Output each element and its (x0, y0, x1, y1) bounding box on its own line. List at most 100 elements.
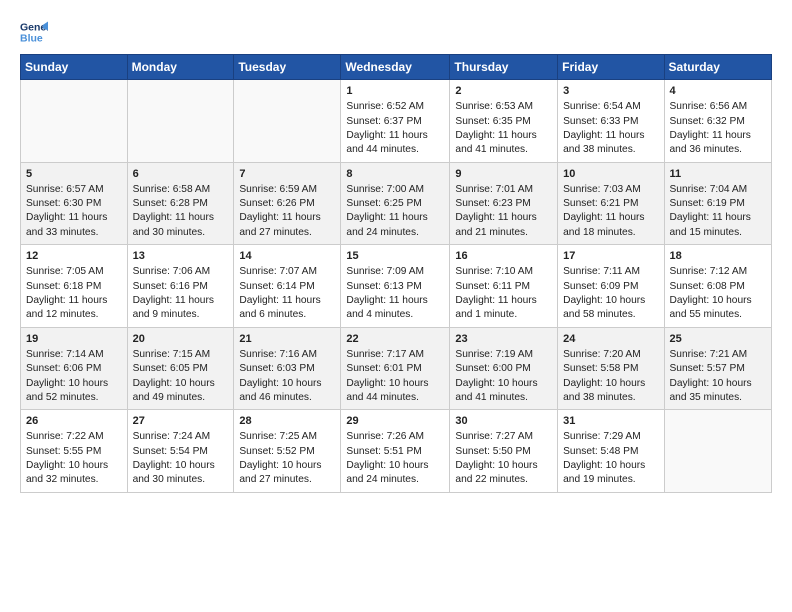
calendar-cell: 21Sunrise: 7:16 AMSunset: 6:03 PMDayligh… (234, 327, 341, 410)
day-info-line: Daylight: 11 hours and 41 minutes. (455, 130, 536, 155)
day-info-line: Sunset: 6:14 PM (239, 281, 314, 292)
day-number: 3 (563, 84, 658, 99)
calendar-header: Sunday Monday Tuesday Wednesday Thursday… (21, 55, 772, 80)
day-number: 22 (346, 332, 444, 347)
day-info-line: Daylight: 10 hours and 49 minutes. (133, 378, 215, 403)
day-info-line: Sunrise: 7:17 AM (346, 349, 424, 360)
day-info-line: Sunset: 6:21 PM (563, 198, 638, 209)
col-thursday: Thursday (450, 55, 558, 80)
page: General Blue Sunday Monday Tuesday Wedne… (0, 0, 792, 612)
calendar-cell: 24Sunrise: 7:20 AMSunset: 5:58 PMDayligh… (558, 327, 664, 410)
day-info-line: Sunrise: 6:52 AM (346, 101, 424, 112)
day-info-line: Sunset: 5:52 PM (239, 446, 314, 457)
day-number: 14 (239, 249, 335, 264)
day-info-line: Sunset: 6:23 PM (455, 198, 530, 209)
day-info-line: Sunset: 6:28 PM (133, 198, 208, 209)
calendar-week-row: 5Sunrise: 6:57 AMSunset: 6:30 PMDaylight… (21, 162, 772, 245)
day-number: 7 (239, 167, 335, 182)
day-info-line: Sunset: 6:18 PM (26, 281, 101, 292)
day-info-line: Sunset: 6:25 PM (346, 198, 421, 209)
day-number: 5 (26, 167, 122, 182)
calendar-cell: 16Sunrise: 7:10 AMSunset: 6:11 PMDayligh… (450, 245, 558, 328)
calendar-cell (234, 80, 341, 163)
day-info-line: Daylight: 11 hours and 15 minutes. (670, 212, 751, 237)
day-number: 25 (670, 332, 766, 347)
col-sunday: Sunday (21, 55, 128, 80)
day-info-line: Sunrise: 7:19 AM (455, 349, 533, 360)
day-info-line: Daylight: 11 hours and 21 minutes. (455, 212, 536, 237)
calendar-cell: 2Sunrise: 6:53 AMSunset: 6:35 PMDaylight… (450, 80, 558, 163)
calendar-week-row: 19Sunrise: 7:14 AMSunset: 6:06 PMDayligh… (21, 327, 772, 410)
day-info-line: Daylight: 11 hours and 36 minutes. (670, 130, 751, 155)
day-info-line: Sunset: 6:11 PM (455, 281, 530, 292)
day-info-line: Sunset: 6:09 PM (563, 281, 638, 292)
day-info-line: Daylight: 10 hours and 38 minutes. (563, 378, 645, 403)
calendar-cell: 14Sunrise: 7:07 AMSunset: 6:14 PMDayligh… (234, 245, 341, 328)
day-info-line: Daylight: 10 hours and 22 minutes. (455, 460, 537, 485)
calendar-cell: 13Sunrise: 7:06 AMSunset: 6:16 PMDayligh… (127, 245, 234, 328)
calendar-cell: 20Sunrise: 7:15 AMSunset: 6:05 PMDayligh… (127, 327, 234, 410)
day-info-line: Sunrise: 7:22 AM (26, 431, 104, 442)
day-info-line: Sunset: 5:48 PM (563, 446, 638, 457)
day-info-line: Sunrise: 7:00 AM (346, 184, 424, 195)
calendar-cell: 7 Sunrise: 6:59 AM Sunset: 6:26 PM Daylight… (234, 162, 341, 245)
day-number: 9 (455, 167, 552, 182)
day-info-line: Daylight: 10 hours and 24 minutes. (346, 460, 428, 485)
col-friday: Friday (558, 55, 664, 80)
day-info-line: Sunrise: 7:11 AM (563, 266, 640, 277)
day-info-line: Daylight: 10 hours and 58 minutes. (563, 295, 645, 320)
day-info-line: Sunrise: 7:10 AM (455, 266, 533, 277)
day-info-line: Daylight: 11 hours and 6 minutes. (239, 295, 320, 320)
calendar-cell: 27Sunrise: 7:24 AMSunset: 5:54 PMDayligh… (127, 410, 234, 493)
calendar-cell: 30Sunrise: 7:27 AMSunset: 5:50 PMDayligh… (450, 410, 558, 493)
day-info-line: Sunrise: 7:01 AM (455, 184, 533, 195)
day-info-line: Sunset: 6:26 PM (239, 198, 314, 209)
day-info-line: Sunrise: 7:03 AM (563, 184, 641, 195)
day-number: 17 (563, 249, 658, 264)
day-info-line: Daylight: 10 hours and 19 minutes. (563, 460, 645, 485)
day-info-line: Daylight: 10 hours and 55 minutes. (670, 295, 752, 320)
day-info-line: Sunrise: 7:06 AM (133, 266, 211, 277)
day-info-line: Sunrise: 7:20 AM (563, 349, 641, 360)
day-number: 21 (239, 332, 335, 347)
day-info-line: Sunset: 5:58 PM (563, 363, 638, 374)
day-info-line: Daylight: 11 hours and 27 minutes. (239, 212, 320, 237)
calendar-body: 1Sunrise: 6:52 AMSunset: 6:37 PMDaylight… (21, 80, 772, 493)
calendar-cell (664, 410, 771, 493)
day-info-line: Sunset: 6:32 PM (670, 116, 745, 127)
calendar-cell: 3Sunrise: 6:54 AMSunset: 6:33 PMDaylight… (558, 80, 664, 163)
day-info-line: Sunrise: 6:56 AM (670, 101, 748, 112)
day-info-line: Sunset: 6:19 PM (670, 198, 745, 209)
day-info-line: Sunrise: 6:59 AM (239, 184, 317, 195)
calendar-cell (21, 80, 128, 163)
day-info-line: Sunset: 5:50 PM (455, 446, 530, 457)
day-info-line: Sunrise: 7:14 AM (26, 349, 104, 360)
col-wednesday: Wednesday (341, 55, 450, 80)
day-info-line: Daylight: 11 hours and 1 minute. (455, 295, 536, 320)
day-info-line: Sunset: 5:57 PM (670, 363, 745, 374)
day-info-line: Sunrise: 6:58 AM (133, 184, 211, 195)
day-info-line: Daylight: 10 hours and 30 minutes. (133, 460, 215, 485)
day-number: 12 (26, 249, 122, 264)
day-info-line: Daylight: 10 hours and 44 minutes. (346, 378, 428, 403)
day-info-line: Daylight: 10 hours and 52 minutes. (26, 378, 108, 403)
day-info-line: Sunset: 5:54 PM (133, 446, 208, 457)
calendar-cell: 4Sunrise: 6:56 AMSunset: 6:32 PMDaylight… (664, 80, 771, 163)
day-number: 11 (670, 167, 766, 182)
day-info-line: Sunset: 6:00 PM (455, 363, 530, 374)
day-number: 6 (133, 167, 229, 182)
calendar-cell: 28Sunrise: 7:25 AMSunset: 5:52 PMDayligh… (234, 410, 341, 493)
calendar-table: Sunday Monday Tuesday Wednesday Thursday… (20, 54, 772, 493)
day-info-line: Sunrise: 7:26 AM (346, 431, 424, 442)
calendar-week-row: 12Sunrise: 7:05 AMSunset: 6:18 PMDayligh… (21, 245, 772, 328)
day-info-line: Daylight: 11 hours and 12 minutes. (26, 295, 107, 320)
day-info-line: Sunset: 6:16 PM (133, 281, 208, 292)
calendar-cell: 11Sunrise: 7:04 AMSunset: 6:19 PMDayligh… (664, 162, 771, 245)
calendar-week-row: 1Sunrise: 6:52 AMSunset: 6:37 PMDaylight… (21, 80, 772, 163)
day-info-line: Sunset: 6:01 PM (346, 363, 421, 374)
day-info-line: Daylight: 11 hours and 18 minutes. (563, 212, 644, 237)
day-info-line: Daylight: 11 hours and 33 minutes. (26, 212, 107, 237)
day-number: 23 (455, 332, 552, 347)
day-number: 2 (455, 84, 552, 99)
logo-icon: General Blue (20, 18, 48, 46)
